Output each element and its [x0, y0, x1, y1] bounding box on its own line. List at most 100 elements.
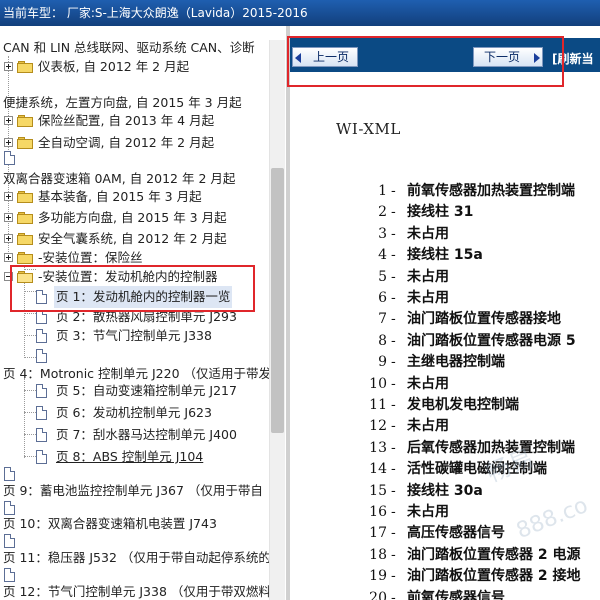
pin-dash: -: [391, 290, 396, 306]
tree-item-folder[interactable]: 全自动空调, 自 2012 年 2 月起: [0, 132, 270, 154]
pin-dash: -: [391, 247, 396, 264]
pin-description: 油门踏板位置传感器电源 5: [407, 332, 576, 349]
tree-item-folder[interactable]: 多功能方向盘, 自 2015 年 3 月起: [0, 207, 270, 229]
pin-row: 7- 油门踏板位置传感器接地: [290, 309, 600, 330]
pin-dash: -: [391, 225, 396, 242]
pin-number: 3: [378, 225, 387, 242]
pin-description: 前氧传感器信号: [407, 589, 505, 600]
document-icon: [4, 568, 15, 582]
pin-dash: -: [391, 482, 396, 499]
tree-item-label: 页 3：节气门控制单元 J338: [56, 328, 212, 343]
pin-row: 19- 油门踏板位置传感器 2 接地: [290, 566, 600, 587]
tree-item-page[interactable]: 页 7：刮水器马达控制单元 J400: [0, 424, 270, 446]
folder-icon: [17, 60, 34, 74]
pin-number: 16: [369, 504, 387, 520]
pin-description: 发电机发电控制端: [407, 397, 519, 413]
expand-icon[interactable]: [4, 138, 13, 147]
pin-number: 13: [369, 439, 387, 456]
pin-row: 2- 接线柱 31: [290, 202, 600, 223]
pin-row: 5- 未占用: [290, 267, 600, 288]
pin-dash: -: [391, 546, 396, 563]
pin-number: 4: [378, 247, 387, 264]
expand-icon[interactable]: [4, 213, 13, 222]
pin-description: 未占用: [407, 418, 449, 435]
tree-item-label: 保险丝配置, 自 2013 年 4 月起: [38, 113, 215, 128]
tree-item-page[interactable]: 页 5：自动变速箱控制单元 J217: [0, 380, 270, 402]
pin-row: 9- 主继电器控制端: [290, 352, 600, 373]
tree-item[interactable]: 页 10：双离合器变速箱机电装置 J743: [0, 513, 270, 535]
tree-item-page[interactable]: 页 8：ABS 控制单元 J104: [0, 446, 270, 468]
pin-row: 8- 油门踏板位置传感器电源 5: [290, 331, 600, 352]
tree-item-label: 基本装备, 自 2015 年 3 月起: [38, 189, 202, 204]
highlight-box: [287, 36, 564, 87]
pin-description: 高压传感器信号: [407, 525, 505, 542]
pin-row: 3- 未占用: [290, 224, 600, 245]
tree-item-page[interactable]: [0, 147, 40, 169]
pin-description: 未占用: [407, 375, 449, 392]
tree-item-label: 仪表板, 自 2012 年 2 月起: [38, 59, 190, 74]
document-icon: [36, 329, 47, 343]
tree-scrollbar-thumb[interactable]: [271, 168, 284, 433]
tree-item-page[interactable]: 页 6：发动机控制单元 J623: [0, 402, 270, 424]
folder-icon: [17, 190, 34, 204]
pin-dash: -: [391, 311, 396, 328]
pin-row: 12- 未占用: [290, 416, 600, 437]
pin-row: 20- 前氧传感器信号: [290, 588, 600, 600]
folder-icon: [17, 251, 34, 265]
expand-icon[interactable]: [4, 234, 13, 243]
tree-item-label: 全自动空调, 自 2012 年 2 月起: [38, 135, 215, 150]
expand-icon[interactable]: [4, 192, 13, 201]
pin-dash: -: [391, 568, 396, 585]
pin-row: 1- 前氧传感器加热装置控制端: [290, 181, 600, 202]
pin-number: 2: [378, 204, 387, 221]
tree-item-folder[interactable]: 保险丝配置, 自 2013 年 4 月起: [0, 110, 270, 132]
tree-item-label: 页 9：蓄电池监控控制单元 J367 （仅用于带自: [3, 483, 263, 498]
tree-item-folder[interactable]: 基本装备, 自 2015 年 3 月起: [0, 186, 270, 208]
document-pane: 上一页 下一页 [刷新当 WI-XML 1- 前氧传感器加热装置控制端 2- 接线柱 …: [290, 26, 600, 600]
pin-description: 未占用: [407, 290, 449, 306]
pin-number: 17: [369, 525, 387, 542]
pin-number: 14: [369, 461, 387, 478]
highlight-box: [10, 265, 255, 312]
pin-row: 13- 后氧传感器加热装置控制端: [290, 438, 600, 459]
tree-item[interactable]: 页 9：蓄电池监控控制单元 J367 （仅用于带自: [0, 480, 270, 502]
pin-number: 18: [369, 546, 387, 563]
pin-dash: -: [391, 268, 396, 285]
pin-number: 15: [369, 482, 387, 499]
pin-description: 活性碳罐电磁阀控制端: [407, 461, 547, 478]
expand-icon[interactable]: [4, 116, 13, 125]
pin-dash: -: [391, 375, 396, 392]
expand-icon[interactable]: [4, 62, 13, 71]
tree-item[interactable]: 页 11：稳压器 J532 （仅用于带自动起停系统的: [0, 547, 271, 569]
pin-number: 19: [369, 568, 387, 585]
pin-number: 11: [369, 397, 387, 413]
pin-number: 10: [369, 375, 387, 392]
tree-item-page[interactable]: 页 3：节气门控制单元 J338: [0, 325, 270, 347]
tree-item-label: 页 8：ABS 控制单元 J104: [56, 449, 204, 464]
pin-description: 未占用: [407, 225, 449, 242]
topic-tree[interactable]: CAN 和 LIN 总线联网、驱动系统 CAN、诊断 仪表板, 自 2012 年…: [0, 26, 286, 600]
tree-item-label: 页 11：稳压器 J532 （仅用于带自动起停系统的: [3, 550, 271, 565]
document-icon: [36, 349, 47, 363]
pin-dash: -: [391, 589, 396, 600]
pin-dash: -: [391, 397, 396, 413]
expand-icon[interactable]: [4, 253, 13, 262]
pin-description: 接线柱 31: [407, 204, 474, 221]
tree-item-label: 多功能方向盘, 自 2015 年 3 月起: [38, 210, 227, 225]
tree-item-label: 页 7：刮水器马达控制单元 J400: [56, 427, 237, 442]
folder-icon: [17, 232, 34, 246]
tree-item[interactable]: 页 12：节气门控制单元 J338 （仅用于带双燃料: [0, 581, 271, 600]
pin-number: 1: [378, 183, 387, 199]
pin-number: 8: [378, 332, 387, 349]
pin-number: 20: [369, 589, 387, 600]
document-icon: [36, 428, 47, 442]
pin-row: 16- 未占用: [290, 502, 600, 523]
pin-dash: -: [391, 525, 396, 542]
tree-item-folder[interactable]: 仪表板, 自 2012 年 2 月起: [0, 56, 270, 78]
pin-description: 接线柱 15a: [407, 247, 483, 264]
pin-description: 主继电器控制端: [407, 354, 505, 371]
folder-icon: [17, 211, 34, 225]
folder-icon: [17, 114, 34, 128]
pin-row: 11- 发电机发电控制端: [290, 395, 600, 416]
pin-row: 10- 未占用: [290, 374, 600, 395]
